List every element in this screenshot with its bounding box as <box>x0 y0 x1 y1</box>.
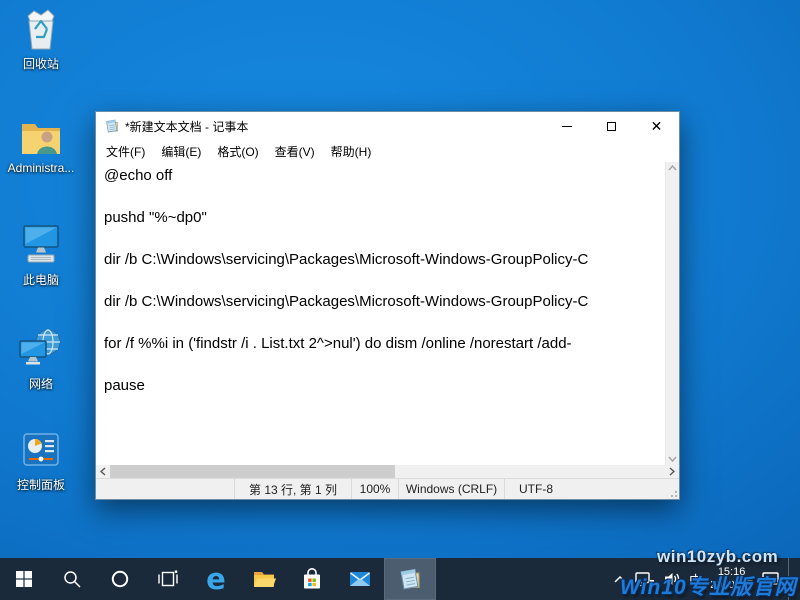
desktop-icon-label: 此电脑 <box>22 273 59 287</box>
vertical-scrollbar[interactable] <box>665 162 679 465</box>
control-panel-icon <box>23 433 59 466</box>
menu-file[interactable]: 文件(F) <box>98 140 153 163</box>
recycle-bin-icon <box>27 9 55 50</box>
status-cursor-position: 第 13 行, 第 1 列 <box>234 479 351 499</box>
notepad-icon <box>106 119 118 133</box>
status-zoom-level: 100% <box>351 479 398 499</box>
desktop-icon-network[interactable]: 网络 <box>0 324 82 392</box>
mail-button[interactable] <box>336 558 384 600</box>
menu-edit[interactable]: 编辑(E) <box>153 140 209 163</box>
windows-logo-icon <box>16 571 32 587</box>
status-encoding: UTF-8 <box>504 479 679 499</box>
cortana-button[interactable] <box>96 558 144 600</box>
window-title: *新建文本文档 - 记事本 <box>125 119 249 134</box>
desktop-icon-control-panel[interactable]: 控制面板 <box>0 427 82 493</box>
text-content[interactable]: @echo off pushd "%~dp0" dir /b C:\Window… <box>96 162 665 465</box>
task-view-button[interactable] <box>144 558 192 600</box>
watermark-url: win10zyb.com <box>657 547 779 566</box>
menu-help[interactable]: 帮助(H) <box>323 140 380 163</box>
text-line: dir /b C:\Windows\servicing\Packages\Mic… <box>104 251 589 268</box>
start-button[interactable] <box>0 558 48 600</box>
close-icon: ✕ <box>650 118 663 134</box>
scroll-down-icon[interactable] <box>668 456 677 462</box>
edge-button[interactable] <box>192 558 240 600</box>
minimize-icon <box>561 125 572 127</box>
horizontal-scrollbar[interactable] <box>96 465 679 478</box>
mail-icon <box>350 572 370 586</box>
scroll-up-icon[interactable] <box>668 165 677 171</box>
menu-view[interactable]: 查看(V) <box>267 140 323 163</box>
edge-icon <box>206 565 226 594</box>
network-icon <box>19 329 61 365</box>
watermark-site-name: Win10专业版官网 <box>620 576 797 599</box>
scrollbar-thumb[interactable] <box>110 465 395 478</box>
search-icon <box>64 571 81 588</box>
notepad-taskbar-button[interactable] <box>384 558 436 600</box>
menu-bar: 文件(F) 编辑(E) 格式(O) 查看(V) 帮助(H) <box>96 140 679 162</box>
desktop-icon-recycle-bin[interactable]: 回收站 <box>0 6 82 72</box>
resize-grip[interactable] <box>669 489 677 497</box>
notepad-window: *新建文本文档 - 记事本 ✕ 文件(F) 编辑(E) 格式(O) 查看(V) … <box>95 111 680 500</box>
text-line: pause <box>104 377 145 394</box>
desktop-icon-label: 回收站 <box>22 57 59 71</box>
scroll-left-icon[interactable] <box>96 465 110 478</box>
notepad-icon <box>400 568 420 590</box>
desktop-icon-label: 网络 <box>28 377 53 391</box>
search-button[interactable] <box>48 558 96 600</box>
desktop-icon-administrator[interactable]: Administra... <box>0 112 82 175</box>
file-explorer-icon <box>254 572 276 587</box>
user-folder-icon <box>22 124 60 154</box>
desktop: 回收站 Administra... 此电脑 网络 控制面板 *新建文本文档 - … <box>0 0 800 600</box>
status-spacer <box>96 479 234 499</box>
store-button[interactable] <box>288 558 336 600</box>
scroll-right-icon[interactable] <box>665 465 679 478</box>
desktop-icon-label: 控制面板 <box>16 478 65 492</box>
menu-format[interactable]: 格式(O) <box>209 140 266 163</box>
cortana-icon <box>111 570 129 588</box>
minimize-button[interactable] <box>544 112 589 140</box>
close-button[interactable]: ✕ <box>634 112 679 140</box>
desktop-icon-label: Administra... <box>7 161 75 175</box>
status-bar: 第 13 行, 第 1 列 100% Windows (CRLF) UTF-8 <box>96 478 679 499</box>
editor-area[interactable]: @echo off pushd "%~dp0" dir /b C:\Window… <box>96 162 679 465</box>
file-explorer-button[interactable] <box>240 558 288 600</box>
text-line: dir /b C:\Windows\servicing\Packages\Mic… <box>104 293 589 310</box>
this-pc-icon <box>23 225 59 263</box>
microsoft-store-icon <box>304 568 320 589</box>
maximize-button[interactable] <box>589 112 634 140</box>
text-line: pushd "%~dp0" <box>104 209 207 226</box>
desktop-icon-this-pc[interactable]: 此电脑 <box>0 220 82 288</box>
text-line: for /f %%i in ('findstr /i . List.txt 2^… <box>104 335 572 352</box>
status-line-ending: Windows (CRLF) <box>398 479 504 499</box>
task-view-icon <box>158 570 178 587</box>
text-line: @echo off <box>104 167 173 184</box>
title-bar[interactable]: *新建文本文档 - 记事本 ✕ <box>96 112 679 140</box>
maximize-icon <box>607 121 616 131</box>
